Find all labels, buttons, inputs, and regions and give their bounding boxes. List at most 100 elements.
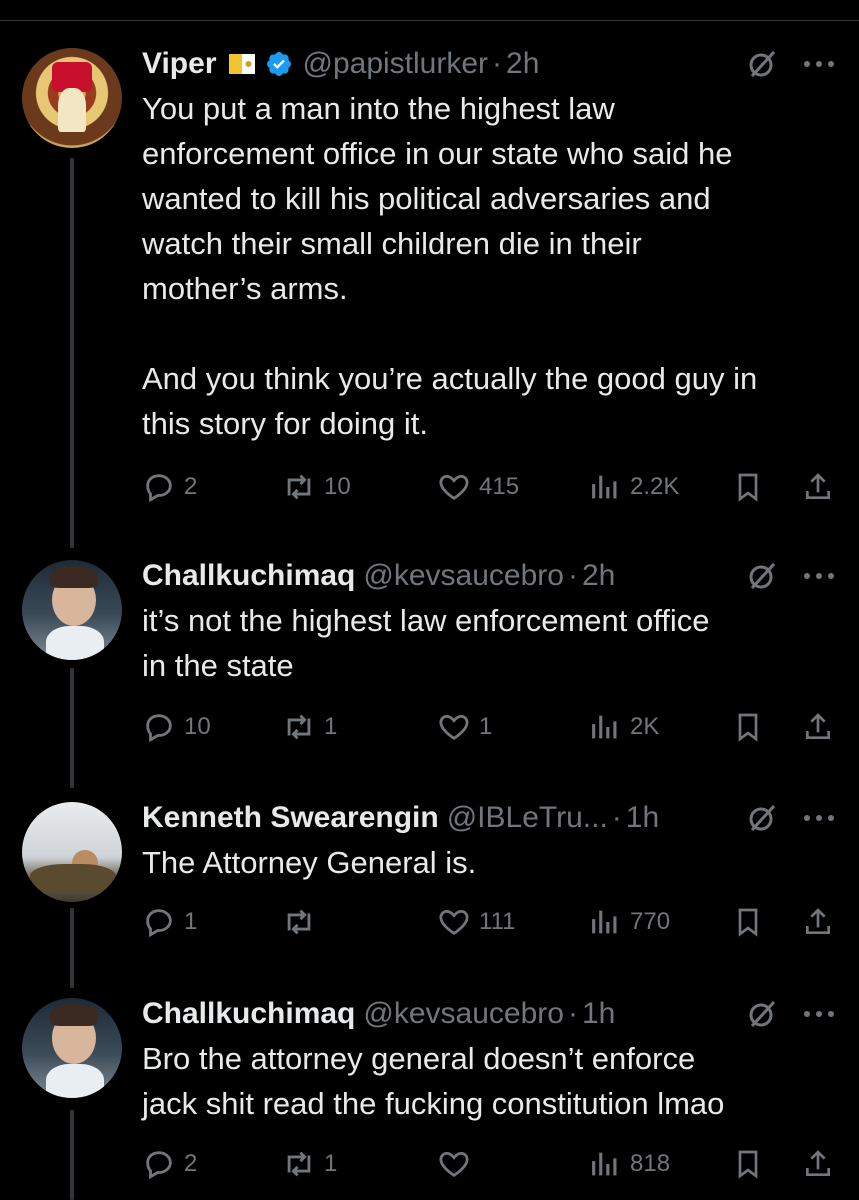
display-name[interactable]: Viper bbox=[142, 47, 217, 81]
views-count: 770 bbox=[630, 908, 671, 935]
share-button[interactable] bbox=[802, 902, 834, 942]
handle[interactable]: @kevsaucebro bbox=[363, 997, 564, 1031]
repost-icon bbox=[287, 714, 311, 740]
handle[interactable]: @kevsaucebro bbox=[363, 559, 564, 593]
views-button[interactable]: 2K bbox=[588, 707, 659, 747]
tweet-actions: 2 10 415 2.2K bbox=[142, 467, 842, 507]
handle[interactable]: @papistlurker bbox=[303, 47, 489, 81]
reply-icon bbox=[146, 1151, 172, 1180]
tweet[interactable]: Challkuchimaq @kevsaucebro · 2h it’s not… bbox=[0, 556, 859, 756]
reply-icon bbox=[146, 909, 172, 938]
tweet-text: The Attorney General is. bbox=[142, 845, 477, 880]
bookmark-icon bbox=[738, 713, 758, 742]
repost-count: 10 bbox=[324, 473, 351, 500]
separator-dot: · bbox=[567, 559, 578, 592]
share-icon bbox=[806, 713, 830, 739]
reply-count: 2 bbox=[184, 473, 198, 500]
like-count: 1 bbox=[479, 713, 493, 740]
more-icon[interactable] bbox=[803, 60, 835, 68]
views-icon bbox=[592, 910, 617, 934]
avatar[interactable] bbox=[22, 802, 122, 902]
like-icon bbox=[439, 1151, 469, 1177]
like-count: 111 bbox=[479, 908, 516, 935]
bookmark-icon bbox=[738, 908, 758, 937]
vatican-flag-icon bbox=[228, 54, 255, 74]
like-button[interactable]: 111 bbox=[437, 902, 515, 942]
timestamp[interactable]: 2h bbox=[582, 559, 615, 593]
grok-icon[interactable] bbox=[747, 561, 777, 591]
like-icon bbox=[439, 909, 469, 935]
repost-count: 1 bbox=[324, 713, 338, 740]
reply-button[interactable]: 10 bbox=[142, 707, 211, 747]
avatar[interactable] bbox=[22, 998, 122, 1098]
timestamp[interactable]: 2h bbox=[506, 47, 539, 81]
share-button[interactable] bbox=[802, 1144, 834, 1184]
reply-icon bbox=[146, 474, 172, 503]
handle[interactable]: @IBLeTru... bbox=[447, 801, 608, 835]
more-icon[interactable] bbox=[803, 1010, 835, 1018]
bookmark-button[interactable] bbox=[732, 902, 764, 942]
grok-icon[interactable] bbox=[747, 999, 777, 1029]
views-icon bbox=[592, 1152, 617, 1176]
top-divider bbox=[0, 0, 859, 21]
share-button[interactable] bbox=[802, 467, 834, 507]
avatar[interactable] bbox=[22, 560, 122, 660]
bookmark-icon bbox=[738, 473, 758, 502]
like-button[interactable]: 1 bbox=[437, 707, 492, 747]
like-icon bbox=[439, 474, 469, 500]
views-button[interactable]: 818 bbox=[588, 1144, 670, 1184]
bookmark-button[interactable] bbox=[732, 707, 764, 747]
repost-button[interactable]: 10 bbox=[282, 467, 351, 507]
separator-dot: · bbox=[567, 997, 578, 1030]
verified-badge-icon[interactable] bbox=[265, 50, 293, 78]
timestamp[interactable]: 1h bbox=[626, 801, 659, 835]
tweet-header: Challkuchimaq @kevsaucebro · 1h bbox=[142, 994, 835, 1034]
reply-count: 10 bbox=[184, 713, 211, 740]
views-button[interactable]: 770 bbox=[588, 902, 670, 942]
views-count: 2K bbox=[630, 713, 660, 740]
share-button[interactable] bbox=[802, 707, 834, 747]
reply-count: 2 bbox=[184, 1150, 198, 1177]
display-name[interactable]: Challkuchimaq bbox=[142, 997, 355, 1031]
reply-button[interactable]: 1 bbox=[142, 902, 197, 942]
reply-icon bbox=[146, 714, 172, 743]
tweet[interactable]: Challkuchimaq @kevsaucebro · 1h Bro the … bbox=[0, 994, 859, 1194]
reply-button[interactable]: 2 bbox=[142, 467, 197, 507]
reply-button[interactable]: 2 bbox=[142, 1144, 197, 1184]
tweet-text: it’s not the highest law enforcement off… bbox=[142, 603, 710, 683]
tweet-actions: 1 111 770 bbox=[142, 902, 842, 942]
views-count: 818 bbox=[630, 1150, 671, 1177]
more-icon[interactable] bbox=[803, 572, 835, 580]
repost-icon bbox=[287, 909, 311, 935]
display-name[interactable]: Challkuchimaq bbox=[142, 559, 355, 593]
tweet-actions: 10 1 1 2K bbox=[142, 707, 842, 747]
more-icon[interactable] bbox=[803, 814, 835, 822]
bookmark-button[interactable] bbox=[732, 1144, 764, 1184]
like-button[interactable]: 415 bbox=[437, 467, 519, 507]
repost-button[interactable] bbox=[282, 902, 324, 942]
like-icon bbox=[439, 714, 469, 740]
like-count: 415 bbox=[479, 473, 520, 500]
share-icon bbox=[806, 908, 830, 934]
views-count: 2.2K bbox=[630, 473, 680, 500]
views-button[interactable]: 2.2K bbox=[588, 467, 679, 507]
share-icon bbox=[806, 1150, 830, 1176]
tweet-actions: 2 1 818 bbox=[142, 1144, 842, 1184]
timestamp[interactable]: 1h bbox=[582, 997, 615, 1031]
tweet-text: Bro the attorney general doesn’t enforce… bbox=[142, 1041, 725, 1121]
repost-icon bbox=[287, 474, 311, 500]
repost-button[interactable]: 1 bbox=[282, 1144, 337, 1184]
grok-icon[interactable] bbox=[747, 803, 777, 833]
avatar[interactable] bbox=[22, 48, 122, 148]
share-icon bbox=[806, 473, 830, 499]
tweet[interactable]: Viper @papistlurker · 2h You put a man i… bbox=[0, 44, 859, 524]
like-button[interactable] bbox=[437, 1144, 479, 1184]
repost-button[interactable]: 1 bbox=[282, 707, 337, 747]
separator-dot: · bbox=[611, 801, 622, 834]
tweet-header: Kenneth Swearengin @IBLeTru... · 1h bbox=[142, 798, 835, 838]
bookmark-button[interactable] bbox=[732, 467, 764, 507]
tweet-header: Viper @papistlurker · 2h bbox=[142, 44, 835, 84]
display-name[interactable]: Kenneth Swearengin bbox=[142, 801, 439, 835]
grok-icon[interactable] bbox=[747, 49, 777, 79]
tweet[interactable]: Kenneth Swearengin @IBLeTru... · 1h The … bbox=[0, 798, 859, 958]
